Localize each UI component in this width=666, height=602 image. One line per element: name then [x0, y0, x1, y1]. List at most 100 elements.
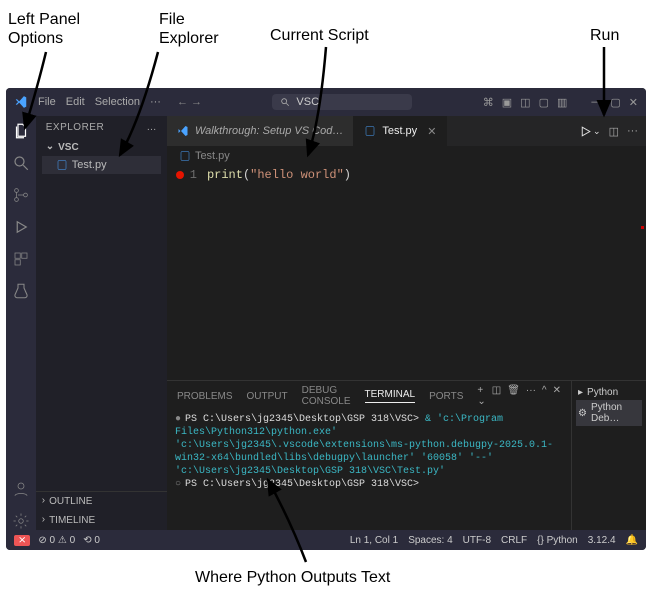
annotation-run: Run	[590, 26, 619, 45]
panel-tab-problems[interactable]: PROBLEMS	[177, 391, 233, 402]
layout-icon[interactable]: ▣	[502, 96, 512, 109]
extensions-icon	[12, 250, 30, 268]
trash-icon[interactable]: 🗑	[507, 385, 520, 407]
status-spaces[interactable]: Spaces: 4	[408, 535, 452, 546]
terminal-entry-python[interactable]: ▸Python	[576, 385, 642, 400]
code-line: print("hello world")	[207, 166, 351, 380]
files-icon	[12, 122, 30, 140]
menu-bar: File Edit Selection ···	[38, 96, 161, 108]
panel-tab-output[interactable]: OUTPUT	[247, 391, 288, 402]
more-icon[interactable]: ···	[526, 385, 536, 407]
more-actions-icon[interactable]: ···	[627, 125, 638, 137]
timeline-section[interactable]: ›TIMELINE	[36, 511, 167, 530]
menu-file[interactable]: File	[38, 96, 56, 108]
panel-tab-terminal[interactable]: TERMINAL	[365, 389, 416, 403]
tab-walkthrough[interactable]: Walkthrough: Setup VS Cod…	[167, 116, 354, 146]
menu-selection[interactable]: Selection	[95, 96, 140, 108]
chevron-down-icon: ⌄	[46, 141, 54, 152]
layout-customize-icon[interactable]: ▥	[557, 96, 567, 109]
maximize-button[interactable]: ▢	[610, 96, 620, 109]
python-file-icon	[179, 150, 191, 162]
command-center-search[interactable]: VSC	[272, 94, 412, 110]
split-editor-icon[interactable]: ◫	[609, 125, 619, 138]
folder-root[interactable]: ⌄ VSC	[42, 139, 161, 156]
explorer-more-icon[interactable]: …	[146, 122, 157, 133]
status-ports[interactable]: ⟲ 0	[83, 535, 100, 546]
code-editor[interactable]: 1 print("hello world")	[167, 166, 646, 380]
nav-arrows[interactable]: ← →	[177, 96, 202, 108]
terminal-entry-debug[interactable]: ⚙Python Deb…	[576, 400, 642, 426]
play-icon	[579, 125, 592, 138]
panel-tab-debug[interactable]: DEBUG CONSOLE	[302, 385, 351, 407]
tab-label: Walkthrough: Setup VS Cod…	[195, 125, 343, 137]
notifications-icon[interactable]: 🔔	[626, 535, 638, 546]
activity-testing[interactable]	[12, 282, 30, 300]
status-bar: ⨯ ⊘ 0 ⚠ 0 ⟲ 0 Ln 1, Col 1 Spaces: 4 UTF-…	[6, 530, 646, 550]
explorer-title: EXPLORER …	[36, 116, 167, 137]
account-icon	[12, 480, 30, 498]
activity-scm[interactable]	[12, 186, 30, 204]
copilot-icon[interactable]: ⌘	[483, 96, 494, 109]
vscode-window: File Edit Selection ··· ← → VSC ⌘ ▣ ◫ ▢ …	[6, 88, 646, 550]
editor-area: Walkthrough: Setup VS Cod… Test.py ✕ ⌄ ◫…	[167, 116, 646, 530]
status-encoding[interactable]: UTF-8	[463, 535, 491, 546]
tab-label: Test.py	[382, 125, 417, 137]
terminal-list: ▸Python ⚙Python Deb…	[571, 381, 646, 530]
indicator-idle-icon: ○	[175, 479, 181, 490]
terminal[interactable]: ●PS C:\Users\jg2345\Desktop\GSP 318\VSC>…	[167, 411, 571, 530]
title-bar: File Edit Selection ··· ← → VSC ⌘ ▣ ◫ ▢ …	[6, 88, 646, 116]
menu-more[interactable]: ···	[150, 96, 161, 108]
gear-icon	[12, 512, 30, 530]
split-terminal-icon[interactable]: ◫	[492, 385, 501, 407]
activity-debug[interactable]	[12, 218, 30, 236]
vscode-logo-icon	[14, 95, 28, 109]
vscode-logo-icon	[177, 125, 189, 137]
tab-testpy[interactable]: Test.py ✕	[354, 116, 447, 146]
annotation-left-panel: Left Panel Options	[8, 10, 80, 48]
minimize-button[interactable]: —	[591, 96, 602, 108]
debug-icon	[12, 218, 30, 236]
remote-indicator[interactable]: ⨯	[14, 535, 30, 546]
close-button[interactable]: ✕	[629, 96, 638, 109]
chevron-right-icon: ›	[42, 495, 45, 506]
python-file-icon	[364, 125, 376, 137]
terminal-icon: ▸	[578, 387, 583, 398]
activity-manage[interactable]	[12, 512, 30, 530]
status-errors[interactable]: ⊘ 0 ⚠ 0	[38, 535, 75, 546]
file-name: Test.py	[72, 159, 107, 171]
annotation-file-explorer: File Explorer	[159, 10, 219, 48]
file-tree-item[interactable]: Test.py	[42, 156, 161, 174]
testing-icon	[12, 282, 30, 300]
activity-accounts[interactable]	[12, 480, 30, 498]
minimap[interactable]	[628, 166, 646, 380]
outline-section[interactable]: ›OUTLINE	[36, 492, 167, 511]
status-python-version[interactable]: 3.12.4	[588, 535, 616, 546]
status-language[interactable]: {} Python	[537, 535, 578, 546]
status-lncol[interactable]: Ln 1, Col 1	[350, 535, 398, 546]
panel-tabs: PROBLEMS OUTPUT DEBUG CONSOLE TERMINAL P…	[167, 381, 571, 411]
menu-edit[interactable]: Edit	[66, 96, 85, 108]
breakpoint-icon[interactable]	[176, 171, 184, 179]
explorer-title-text: EXPLORER	[46, 122, 104, 133]
panel-tab-ports[interactable]: PORTS	[429, 391, 463, 402]
search-placeholder: VSC	[296, 96, 319, 108]
search-icon	[280, 97, 290, 107]
close-panel-icon[interactable]: ✕	[553, 385, 561, 407]
search-icon	[12, 154, 30, 172]
maximize-panel-icon[interactable]: ^	[542, 385, 547, 407]
close-icon[interactable]: ✕	[427, 125, 436, 138]
status-eol[interactable]: CRLF	[501, 535, 527, 546]
activity-explorer[interactable]	[12, 122, 30, 140]
run-button[interactable]: ⌄	[579, 125, 601, 138]
activity-search[interactable]	[12, 154, 30, 172]
gutter: 1	[167, 166, 207, 380]
activity-extensions[interactable]	[12, 250, 30, 268]
layout-panel-icon[interactable]: ◫	[520, 96, 530, 109]
source-control-icon	[12, 186, 30, 204]
new-terminal-icon[interactable]: + ⌄	[477, 385, 485, 407]
layout-side-icon[interactable]: ▢	[539, 96, 549, 109]
breadcrumb[interactable]: Test.py	[167, 146, 646, 166]
explorer-sidebar: EXPLORER … ⌄ VSC Test.py ›OUTLINE ›TIMEL…	[36, 116, 167, 530]
annotation-terminal-output: Where Python Outputs Text	[195, 568, 390, 587]
chevron-right-icon: ›	[42, 514, 45, 525]
